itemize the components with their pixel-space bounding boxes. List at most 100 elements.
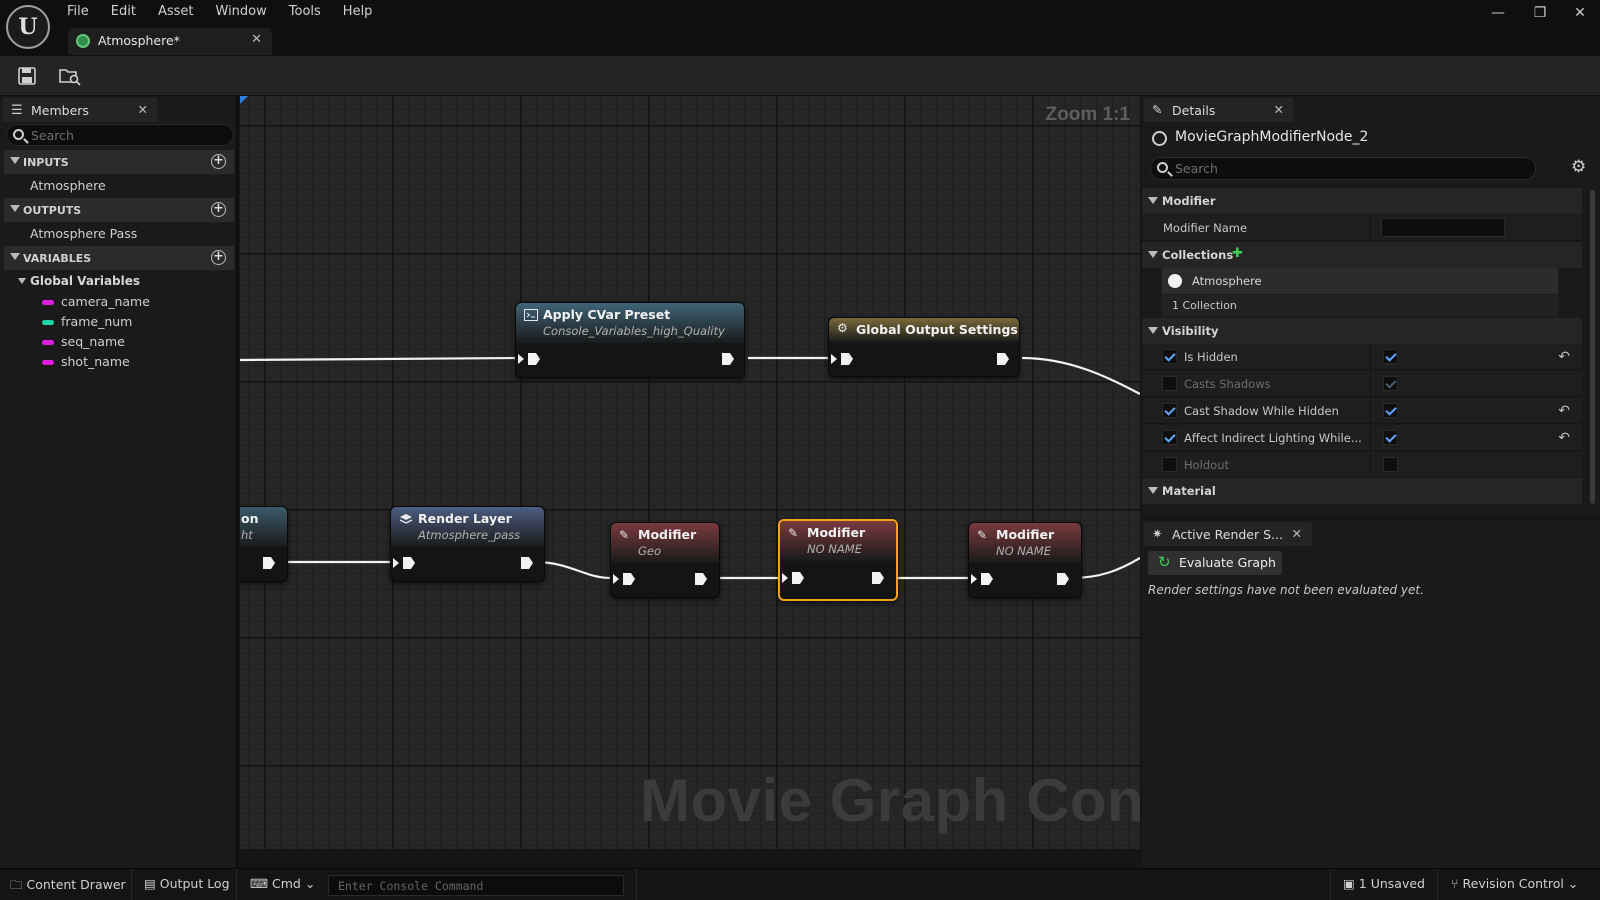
exec-input-pin[interactable] bbox=[971, 573, 993, 585]
modifier-name-input[interactable] bbox=[1381, 218, 1505, 237]
wire-render-layer-to-modifier-geo bbox=[534, 560, 611, 580]
exec-output-pin[interactable] bbox=[263, 557, 275, 569]
exec-input-pin[interactable] bbox=[518, 353, 540, 365]
node-modifier-3[interactable]: ✎ Modifier NO NAME bbox=[968, 522, 1082, 598]
value-checkbox[interactable] bbox=[1383, 403, 1398, 418]
details-tab[interactable]: ✎ Details ✕ bbox=[1144, 98, 1294, 122]
toolbar bbox=[0, 56, 1600, 96]
close-tab-icon[interactable]: ✕ bbox=[251, 32, 262, 47]
reset-to-default-icon[interactable]: ↶ bbox=[1558, 430, 1570, 446]
node-subtitle: ht bbox=[241, 528, 253, 542]
override-checkbox[interactable] bbox=[1162, 376, 1177, 391]
pencil-icon: ✎ bbox=[619, 528, 630, 542]
node-partial-offscreen[interactable]: on ht bbox=[240, 506, 288, 582]
settings-gear-icon[interactable]: ⚙ bbox=[1571, 157, 1586, 177]
override-checkbox[interactable] bbox=[1162, 349, 1177, 364]
exec-input-pin[interactable] bbox=[782, 572, 804, 584]
unreal-logo[interactable]: U bbox=[6, 5, 50, 49]
evaluate-graph-button[interactable]: ↻ Evaluate Graph bbox=[1148, 551, 1282, 575]
visibility-section-header[interactable]: Visibility bbox=[1142, 318, 1582, 344]
menu-help[interactable]: Help bbox=[343, 4, 373, 19]
exec-input-pin[interactable] bbox=[613, 573, 635, 585]
variable-label: frame_num bbox=[61, 314, 133, 329]
node-subtitle: NO NAME bbox=[807, 542, 862, 556]
reset-to-default-icon[interactable]: ↶ bbox=[1558, 349, 1570, 365]
material-section-header[interactable]: Material bbox=[1142, 478, 1582, 504]
add-output-button[interactable]: + bbox=[211, 202, 226, 217]
input-item-atmosphere[interactable]: Atmosphere bbox=[30, 178, 106, 193]
visibility-prop-row: Casts Shadows bbox=[1142, 371, 1582, 397]
menu-file[interactable]: File bbox=[67, 4, 89, 19]
restore-button[interactable]: ❐ bbox=[1520, 2, 1560, 24]
menu-asset[interactable]: Asset bbox=[158, 4, 194, 19]
unsaved-assets-icon: ▣ bbox=[1343, 876, 1355, 891]
cmd-dropdown[interactable]: ⌨ Cmd ⌄ bbox=[250, 876, 315, 891]
graph-canvas[interactable]: Zoom 1:1 Movie Graph Config Apply CVar P… bbox=[240, 96, 1140, 849]
outputs-section-header[interactable]: OUTPUTS + bbox=[4, 198, 234, 222]
close-render-settings-icon[interactable]: ✕ bbox=[1292, 526, 1302, 541]
reset-to-default-icon[interactable]: ↶ bbox=[1558, 403, 1570, 419]
exec-input-pin[interactable] bbox=[831, 353, 853, 365]
close-details-icon[interactable]: ✕ bbox=[1274, 102, 1284, 117]
active-render-settings-tab[interactable]: ✷ Active Render S... ✕ bbox=[1144, 522, 1312, 546]
visibility-prop-row: Holdout bbox=[1142, 452, 1582, 478]
console-command-input[interactable]: Enter Console Command bbox=[328, 875, 624, 896]
minimize-button[interactable]: — bbox=[1478, 2, 1518, 24]
save-button[interactable] bbox=[16, 65, 38, 87]
node-apply-cvar-preset[interactable]: Apply CVar Preset Console_Variables_high… bbox=[515, 302, 745, 378]
members-panel: ☰ Members ✕ Search INPUTS + Atmosphere O… bbox=[0, 96, 238, 868]
collection-item-atmosphere[interactable]: Atmosphere bbox=[1162, 268, 1558, 294]
exec-output-pin[interactable] bbox=[1057, 573, 1069, 585]
exec-output-pin[interactable] bbox=[521, 557, 533, 569]
inputs-section-header[interactable]: INPUTS + bbox=[4, 150, 234, 174]
output-item-atmosphere-pass[interactable]: Atmosphere Pass bbox=[30, 226, 137, 241]
row-divider bbox=[1370, 371, 1371, 397]
global-variables-group[interactable]: Global Variables bbox=[18, 274, 218, 292]
collections-section-header[interactable]: Collections ✚ bbox=[1142, 242, 1582, 268]
value-checkbox[interactable] bbox=[1383, 430, 1398, 445]
unsaved-button[interactable]: ▣ 1 Unsaved bbox=[1343, 876, 1425, 891]
variables-section-header[interactable]: VARIABLES + bbox=[4, 246, 234, 270]
details-scrollbar[interactable] bbox=[1590, 190, 1595, 504]
exec-output-pin[interactable] bbox=[872, 572, 884, 584]
output-log-button[interactable]: ▤ Output Log bbox=[144, 876, 230, 891]
members-search-input[interactable]: Search bbox=[6, 124, 234, 146]
collection-item-label: Atmosphere bbox=[1192, 274, 1262, 288]
node-render-layer[interactable]: Render Layer Atmosphere_pass bbox=[390, 506, 545, 582]
exec-input-pin[interactable] bbox=[393, 557, 415, 569]
console-icon bbox=[524, 309, 538, 321]
content-drawer-button[interactable]: 🗀 Content Drawer bbox=[10, 876, 126, 897]
menu-window[interactable]: Window bbox=[216, 4, 267, 19]
value-checkbox[interactable] bbox=[1383, 349, 1398, 364]
menu-edit[interactable]: Edit bbox=[111, 4, 136, 19]
menu-bar: File Edit Asset Window Tools Help bbox=[67, 4, 394, 19]
document-tab[interactable]: Atmosphere* ✕ bbox=[68, 28, 272, 55]
add-variable-button[interactable]: + bbox=[211, 250, 226, 265]
value-checkbox[interactable] bbox=[1383, 457, 1398, 472]
details-search-input[interactable]: Search bbox=[1150, 157, 1536, 180]
browse-to-asset-button[interactable] bbox=[58, 65, 81, 87]
variable-label: shot_name bbox=[61, 354, 130, 369]
exec-output-pin[interactable] bbox=[695, 573, 707, 585]
value-checkbox[interactable] bbox=[1383, 376, 1398, 391]
exec-output-pin[interactable] bbox=[722, 353, 734, 365]
modifier-name-row: Modifier Name bbox=[1142, 215, 1582, 241]
revision-control-dropdown[interactable]: ⑂ Revision Control ⌄ bbox=[1451, 876, 1578, 891]
modifier-section-header[interactable]: Modifier bbox=[1142, 188, 1582, 214]
exec-output-pin[interactable] bbox=[997, 353, 1009, 365]
close-members-icon[interactable]: ✕ bbox=[138, 102, 148, 117]
override-checkbox[interactable] bbox=[1162, 430, 1177, 445]
section-label: Visibility bbox=[1162, 324, 1219, 338]
node-global-output-settings[interactable]: ⚙ Global Output Settings bbox=[828, 317, 1020, 377]
add-collection-icon[interactable]: ✚ bbox=[1232, 246, 1243, 261]
variable-type-pill bbox=[42, 340, 54, 345]
members-tab[interactable]: ☰ Members ✕ bbox=[2, 98, 158, 122]
close-window-button[interactable]: ✕ bbox=[1560, 2, 1600, 24]
collection-color-dot bbox=[1168, 274, 1182, 288]
add-input-button[interactable]: + bbox=[211, 154, 226, 169]
override-checkbox[interactable] bbox=[1162, 403, 1177, 418]
node-modifier-selected[interactable]: ✎ Modifier NO NAME bbox=[778, 519, 898, 601]
menu-tools[interactable]: Tools bbox=[289, 4, 321, 19]
node-modifier-geo[interactable]: ✎ Modifier Geo bbox=[610, 522, 720, 598]
override-checkbox[interactable] bbox=[1162, 457, 1177, 472]
